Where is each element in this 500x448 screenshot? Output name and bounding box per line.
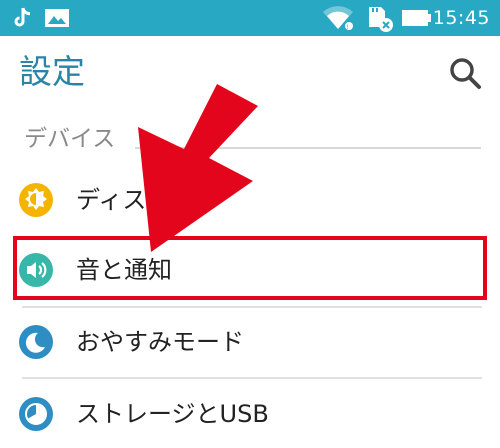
settings-item-label: 音と通知 <box>76 256 172 284</box>
settings-item-display[interactable]: ディス <box>0 164 500 236</box>
settings-item-label: おやすみモード <box>76 328 244 356</box>
app-bar: 設定 <box>0 36 500 112</box>
brightness-icon <box>19 183 53 217</box>
gallery-icon <box>45 9 69 27</box>
status-time: 15:45 <box>432 7 490 29</box>
speaker-icon <box>19 253 53 287</box>
search-button[interactable] <box>446 54 486 94</box>
status-bar: ! 15:45 <box>0 0 500 36</box>
settings-item-do-not-disturb[interactable]: おやすみモード <box>0 306 500 378</box>
search-icon <box>450 58 481 89</box>
battery-icon <box>402 10 431 26</box>
section-divider <box>135 147 481 149</box>
settings-item-label: ストレージとUSB <box>76 400 269 428</box>
settings-item-storage-usb[interactable]: ストレージとUSB <box>0 378 500 448</box>
tiktok-icon <box>14 7 31 27</box>
storage-icon <box>19 397 53 431</box>
settings-screen: ! 15:45 設定 デバイス ディス 音と通知 おやすみモード ストレージとU… <box>0 0 500 448</box>
page-title: 設定 <box>19 52 85 91</box>
settings-item-label: ディス <box>76 186 147 214</box>
svg-text:!: ! <box>347 24 349 31</box>
settings-item-sound-notification[interactable]: 音と通知 <box>0 234 500 306</box>
section-header: デバイス <box>24 126 116 152</box>
sd-card-icon <box>369 7 393 32</box>
moon-icon <box>19 325 53 359</box>
wifi-icon: ! <box>323 6 353 31</box>
